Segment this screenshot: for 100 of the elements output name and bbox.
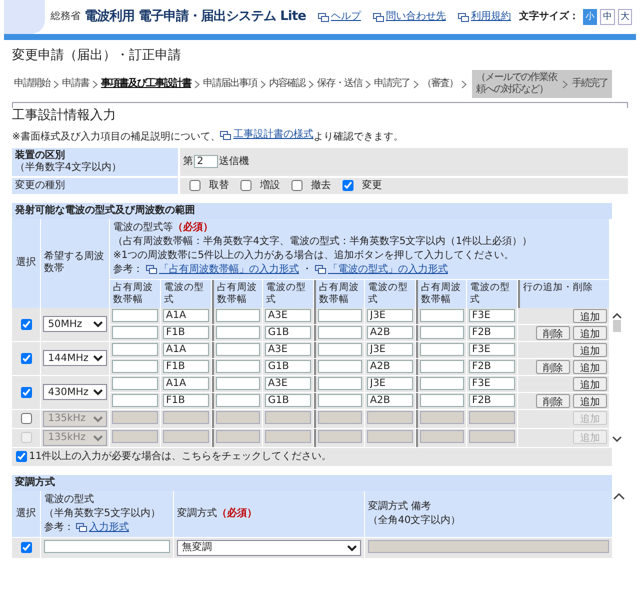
input-field[interactable] <box>420 308 464 322</box>
input-field[interactable] <box>216 360 260 372</box>
checkbox[interactable] <box>20 352 32 364</box>
input-field[interactable] <box>318 360 362 372</box>
input-field[interactable]: F3E <box>469 376 515 390</box>
input-field[interactable]: A2B <box>367 360 413 372</box>
input-field[interactable]: F1B <box>163 394 209 406</box>
scroll-up-icon <box>612 312 622 320</box>
input-field[interactable]: A2B <box>367 326 413 338</box>
input-field[interactable]: A1A <box>163 342 209 356</box>
modulation-select[interactable]: 無変調 <box>177 540 361 556</box>
input-field[interactable]: A1A <box>163 308 209 322</box>
input-field[interactable] <box>420 376 464 390</box>
column-header: 希望する周波数帯 <box>41 218 109 308</box>
input-field[interactable] <box>318 342 362 356</box>
step-label: 保存・送信 <box>317 78 362 90</box>
add-button[interactable]: 追加 <box>573 308 607 322</box>
input-field[interactable]: G1B <box>265 394 311 406</box>
input-field[interactable] <box>112 308 158 322</box>
input-field[interactable] <box>112 394 158 406</box>
input-field[interactable]: F2B <box>469 326 515 338</box>
input-field[interactable] <box>420 326 464 338</box>
input-field[interactable]: F3E <box>469 308 515 322</box>
chevron-icon <box>194 80 200 88</box>
input-field[interactable]: A3E <box>265 308 311 322</box>
column-header: 電波の型式 <box>365 280 415 308</box>
font-size-button[interactable]: 大 <box>618 9 632 25</box>
input-field[interactable]: F2B <box>469 394 515 406</box>
format-link[interactable]: 入力形式 <box>76 520 129 534</box>
add-button[interactable]: 追加 <box>573 360 607 374</box>
input-field[interactable] <box>216 326 260 338</box>
note-text: ※書面様式及び入力項目の補足説明について、 工事設計書の様式より確認できます。 <box>12 129 404 144</box>
chevron-icon <box>562 80 568 88</box>
checkbox[interactable] <box>20 318 32 330</box>
format-link[interactable]: 「電波の型式」の入力形式 <box>315 262 448 276</box>
input-field[interactable]: F1B <box>163 326 209 338</box>
step-label: 手続完了 <box>572 78 608 90</box>
input-field[interactable] <box>44 540 170 552</box>
header-link[interactable]: ヘルプ <box>318 11 361 23</box>
column-header: 占有周波数帯幅 <box>416 280 466 308</box>
input-field[interactable]: F2B <box>469 360 515 372</box>
delete-button[interactable]: 削除 <box>536 326 570 340</box>
header-link[interactable]: 利用規約 <box>458 11 511 23</box>
input-field[interactable]: A3E <box>265 376 311 390</box>
step-label: 申請書 <box>62 78 89 90</box>
step-label: 申請開始 <box>14 78 50 90</box>
device-number-field[interactable]: 2 <box>194 155 218 168</box>
input-field[interactable] <box>420 394 464 406</box>
window-icon <box>220 130 232 140</box>
form-link[interactable]: 工事設計書の様式 <box>220 129 314 141</box>
column-header: 電波の型式 <box>44 492 95 506</box>
format-link[interactable]: 「占有周波数帯幅」の入力形式 <box>146 262 299 276</box>
input-field[interactable] <box>216 394 260 406</box>
info-text: （占有周波数帯幅：半角英数字4文字、電波の型式：半角英数字5文字以内（1件以上必須）） <box>113 234 534 248</box>
band-select[interactable]: 50MHz <box>43 316 107 332</box>
input-field[interactable] <box>216 308 260 322</box>
input-field[interactable] <box>216 376 260 390</box>
column-header: 選択 <box>12 490 40 536</box>
step-label: 申請完了 <box>374 78 410 90</box>
input-field[interactable]: F3E <box>469 342 515 356</box>
chevron-icon <box>413 80 419 88</box>
input-field[interactable]: A3E <box>265 342 311 356</box>
delete-button[interactable]: 削除 <box>536 394 570 408</box>
input-field[interactable] <box>318 326 362 338</box>
delete-button[interactable]: 削除 <box>536 360 570 374</box>
step-label: 申請届出事項 <box>203 78 257 90</box>
add-button[interactable]: 追加 <box>573 394 607 408</box>
checkbox[interactable] <box>20 413 32 424</box>
add-button[interactable]: 追加 <box>573 342 607 356</box>
input-field[interactable] <box>318 394 362 406</box>
input-field[interactable] <box>420 342 464 356</box>
input-field[interactable] <box>318 376 362 390</box>
input-field[interactable] <box>112 376 158 390</box>
input-field[interactable] <box>420 360 464 372</box>
scrollbar-thumb[interactable] <box>613 320 621 332</box>
page-title: 変更申請（届出）・訂正申請 <box>11 47 182 65</box>
add-button[interactable]: 追加 <box>573 326 607 340</box>
input-field[interactable]: A1A <box>163 376 209 390</box>
input-field[interactable]: G1B <box>265 326 311 338</box>
band-select[interactable]: 430MHz <box>43 384 107 400</box>
column-header: 電波の型式 <box>161 280 211 308</box>
window-icon <box>315 265 326 274</box>
window-icon <box>76 523 87 532</box>
add-button[interactable]: 追加 <box>573 376 607 390</box>
input-field[interactable]: G1B <box>265 360 311 372</box>
checkbox[interactable] <box>20 542 32 553</box>
window-icon <box>146 265 157 274</box>
input-field[interactable] <box>112 360 158 372</box>
window-icon <box>458 12 469 22</box>
input-field[interactable]: A2B <box>367 394 413 406</box>
input-field[interactable] <box>216 342 260 356</box>
input-field[interactable]: F1B <box>163 360 209 372</box>
input-field[interactable] <box>112 326 158 338</box>
header-link[interactable]: 問い合わせ先 <box>372 11 446 23</box>
band-select[interactable]: 144MHz <box>43 350 107 366</box>
font-size-button[interactable]: 中 <box>600 9 615 25</box>
input-field[interactable] <box>112 342 158 356</box>
checkbox[interactable] <box>16 451 27 462</box>
input-field[interactable] <box>318 308 362 322</box>
checkbox[interactable] <box>20 386 32 398</box>
